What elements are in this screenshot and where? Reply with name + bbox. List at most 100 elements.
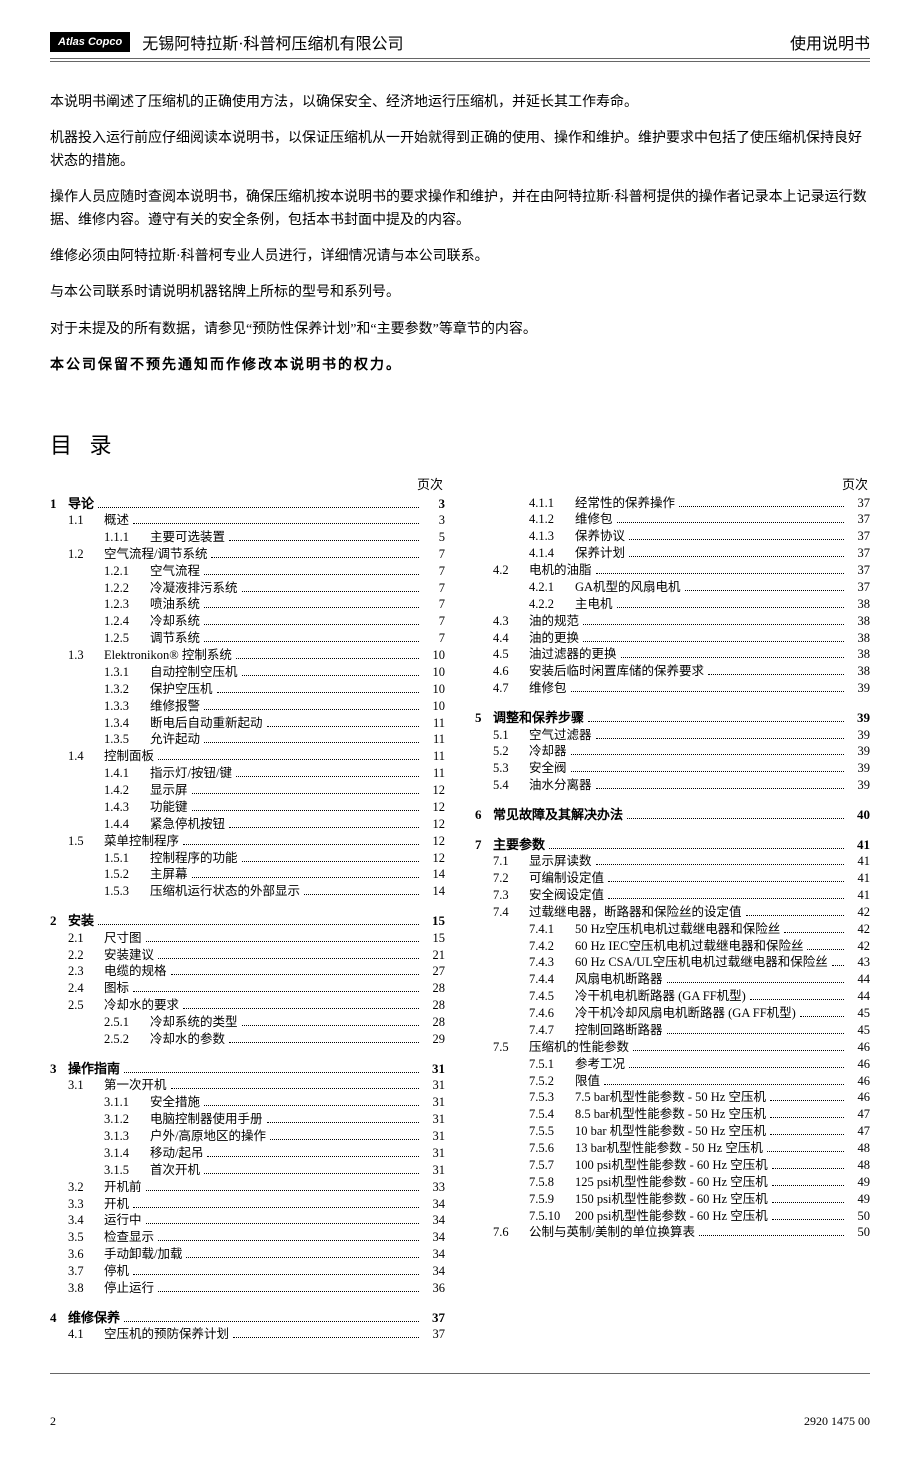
- toc-entry: 4.2电机的油脂37: [475, 562, 870, 579]
- toc-dots: [800, 1016, 844, 1017]
- toc-dots: [667, 1033, 844, 1034]
- toc-text: 安全阀设定值: [529, 887, 604, 904]
- toc-page: 28: [423, 997, 445, 1014]
- toc-text: 主要参数: [493, 836, 545, 854]
- toc-dots: [633, 1050, 844, 1051]
- toc-entry: 3操作指南31: [50, 1060, 445, 1078]
- toc-number: 7.4.1: [529, 921, 575, 938]
- toc-dots: [767, 1151, 844, 1152]
- toc-page: 7: [423, 546, 445, 563]
- toc-entry: 2.1尺寸图15: [50, 930, 445, 947]
- toc-page: 27: [423, 963, 445, 980]
- toc-entry: 1.5.1控制程序的功能12: [50, 850, 445, 867]
- toc-number: 4.3: [493, 613, 529, 630]
- toc-page: 49: [848, 1174, 870, 1191]
- toc-entry: 3.7停机34: [50, 1263, 445, 1280]
- toc-page: 11: [423, 731, 445, 748]
- toc-number: 7.5.9: [529, 1191, 575, 1208]
- toc-text: 13 bar机型性能参数 - 50 Hz 空压机: [575, 1140, 763, 1157]
- toc-entry: 1.3.2保护空压机10: [50, 681, 445, 698]
- toc-number: 1.2.3: [104, 596, 150, 613]
- toc-number: 3.2: [68, 1179, 104, 1196]
- toc-page: 31: [423, 1162, 445, 1179]
- toc-text: 主电机: [575, 596, 613, 613]
- toc-entry: 1.2.2冷凝液排污系统7: [50, 580, 445, 597]
- toc-dots: [236, 658, 419, 659]
- toc-page: 31: [423, 1077, 445, 1094]
- toc-text: 导论: [68, 495, 94, 513]
- toc-text: 油的规范: [529, 613, 579, 630]
- toc-text: 125 psi机型性能参数 - 60 Hz 空压机: [575, 1174, 768, 1191]
- toc-text: 维修保养: [68, 1309, 120, 1327]
- toc-text: 冷干机冷却风扇电机断路器 (GA FF机型): [575, 1005, 796, 1022]
- toc-dots: [596, 788, 844, 789]
- toc-number: 4.2.1: [529, 579, 575, 596]
- toc-number: 7.4.3: [529, 954, 575, 971]
- toc-text: 油水分离器: [529, 777, 592, 794]
- toc-page: 46: [848, 1073, 870, 1090]
- toc-entry: 2.4图标28: [50, 980, 445, 997]
- toc-text: 允许起动: [150, 731, 200, 748]
- toc-entry: 1.5.2主屏幕14: [50, 866, 445, 883]
- toc-dots: [772, 1168, 844, 1169]
- toc-text: 60 Hz IEC空压机电机过载继电器和保险丝: [575, 938, 803, 955]
- toc-entry: 7.5.48.5 bar机型性能参数 - 50 Hz 空压机47: [475, 1106, 870, 1123]
- toc-dots: [98, 924, 419, 925]
- toc-entry: 4.2.2主电机38: [475, 596, 870, 613]
- toc-text: 显示屏: [150, 782, 188, 799]
- toc-number: 1.1.1: [104, 529, 150, 546]
- toc-page: 39: [848, 743, 870, 760]
- toc-entry: 1.2空气流程/调节系统7: [50, 546, 445, 563]
- toc-dots: [171, 1088, 419, 1089]
- toc-text: 压缩机运行状态的外部显示: [150, 883, 300, 900]
- toc-number: 1.2.1: [104, 563, 150, 580]
- toc-entry: 7主要参数41: [475, 836, 870, 854]
- toc-entry: 3.8停止运行36: [50, 1280, 445, 1297]
- toc-number: 7.4.2: [529, 938, 575, 955]
- toc-dots: [667, 982, 844, 983]
- toc-dots: [204, 1105, 419, 1106]
- toc-number: 3.8: [68, 1280, 104, 1297]
- toc-entry: 4.5油过滤器的更换38: [475, 646, 870, 663]
- toc-text: 手动卸载/加载: [104, 1246, 182, 1263]
- toc-text: 开机: [104, 1196, 129, 1213]
- toc-page: 39: [848, 680, 870, 697]
- toc-entry: 7.5.10200 psi机型性能参数 - 60 Hz 空压机50: [475, 1208, 870, 1225]
- toc-text: 移动/起吊: [150, 1145, 203, 1162]
- toc-page: 37: [848, 511, 870, 528]
- toc-dots: [583, 641, 844, 642]
- toc-dots: [571, 771, 844, 772]
- toc-number: 1.2.2: [104, 580, 150, 597]
- toc-page: 38: [848, 613, 870, 630]
- toc-dots: [304, 894, 419, 895]
- page-label: 页次: [50, 474, 445, 493]
- toc-entry: 4.1.4保养计划37: [475, 545, 870, 562]
- toc-text: 冷却水的参数: [150, 1031, 225, 1048]
- toc-number: 1.2.5: [104, 630, 150, 647]
- toc-text: 首次开机: [150, 1162, 200, 1179]
- toc-page: 29: [423, 1031, 445, 1048]
- toc-number: 2.5.1: [104, 1014, 150, 1031]
- toc-dots: [183, 1008, 419, 1009]
- toc-page: 46: [848, 1089, 870, 1106]
- toc-page: 31: [423, 1060, 445, 1078]
- toc-page: 41: [848, 870, 870, 887]
- toc-page: 34: [423, 1263, 445, 1280]
- toc-dots: [608, 898, 844, 899]
- toc-number: 7.1: [493, 853, 529, 870]
- toc-page: 37: [423, 1326, 445, 1343]
- toc-page: 21: [423, 947, 445, 964]
- toc-number: 5: [475, 709, 493, 727]
- toc-number: 5.1: [493, 727, 529, 744]
- toc-dots: [832, 965, 844, 966]
- toc-entry: 7.6公制与英制/美制的单位换算表50: [475, 1224, 870, 1241]
- toc-text: 经常性的保养操作: [575, 495, 675, 512]
- company-name: 无锡阿特拉斯·科普柯压缩机有限公司: [142, 30, 403, 54]
- doc-type: 使用说明书: [790, 30, 870, 54]
- toc-number: 4.4: [493, 630, 529, 647]
- intro-p: 操作人员应随时查阅本说明书，确保压缩机按本说明书的要求操作和维护，并在由阿特拉斯…: [50, 187, 870, 232]
- toc-page: 34: [423, 1246, 445, 1263]
- toc-dots: [242, 675, 419, 676]
- toc-dots: [192, 793, 419, 794]
- toc-page: 49: [848, 1191, 870, 1208]
